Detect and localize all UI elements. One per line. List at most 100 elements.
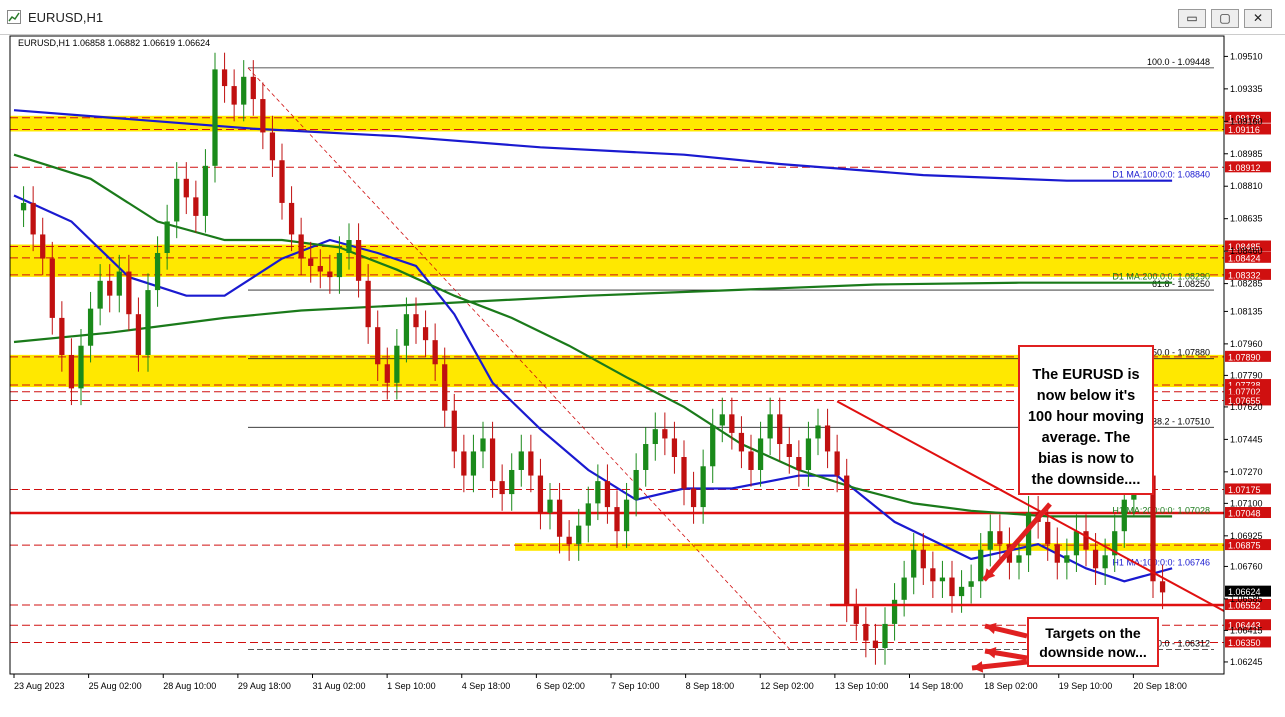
y-tick-label: 1.08985 xyxy=(1230,149,1263,159)
x-tick-label: 12 Sep 02:00 xyxy=(760,681,814,691)
candle-body xyxy=(1055,544,1060,563)
y-tick-label: 1.09510 xyxy=(1230,51,1263,61)
candle-body xyxy=(949,578,954,597)
candle-body xyxy=(844,476,849,606)
candle-body xyxy=(279,160,284,203)
candle-body xyxy=(404,314,409,346)
candle-body xyxy=(203,166,208,216)
candle-body xyxy=(930,568,935,581)
candle-body xyxy=(978,550,983,582)
level-label: 1.07175 xyxy=(1228,485,1261,495)
x-tick-label: 4 Sep 18:00 xyxy=(462,681,511,691)
y-tick-label: 1.07620 xyxy=(1230,402,1263,412)
candle-body xyxy=(423,327,428,340)
x-tick-label: 31 Aug 02:00 xyxy=(313,681,366,691)
moving-average-line xyxy=(14,155,1172,517)
bias-annotation-line: now below it's xyxy=(1020,386,1152,407)
candle-body xyxy=(318,266,323,272)
x-tick-label: 23 Aug 2023 xyxy=(14,681,65,691)
candle-body xyxy=(997,531,1002,544)
candle-body xyxy=(701,466,706,507)
targets-annotation-line: downside now... xyxy=(1029,643,1157,662)
candle-body xyxy=(902,578,907,600)
restore-button[interactable]: ▢ xyxy=(1211,9,1239,28)
candle-body xyxy=(538,476,543,513)
y-tick-label: 1.09335 xyxy=(1230,84,1263,94)
candle-body xyxy=(768,414,773,438)
candle-body xyxy=(413,314,418,327)
candle-body xyxy=(835,451,840,475)
x-tick-label: 13 Sep 10:00 xyxy=(835,681,889,691)
candle-body xyxy=(892,600,897,624)
candle-body xyxy=(748,451,753,470)
y-tick-label: 1.08810 xyxy=(1230,181,1263,191)
candle-body xyxy=(327,272,332,278)
candle-body xyxy=(98,281,103,309)
candle-body xyxy=(1045,522,1050,544)
candle-body xyxy=(337,253,342,277)
candle-body xyxy=(911,550,916,578)
level-label: 1.07048 xyxy=(1228,509,1261,519)
candle-body xyxy=(461,451,466,475)
bias-annotation-line: average. The xyxy=(1020,428,1152,449)
candle-body xyxy=(366,281,371,327)
candle-body xyxy=(988,531,993,550)
candle-body xyxy=(308,259,313,266)
fibonacci-label: 100.0 - 1.09448 xyxy=(1147,57,1210,67)
candle-body xyxy=(490,438,495,481)
window-titlebar: EURUSD,H1 ▭ ▢ ✕ xyxy=(0,0,1285,35)
candle-body xyxy=(854,605,859,624)
candle-body xyxy=(375,327,380,364)
candle-body xyxy=(681,457,686,489)
x-tick-label: 7 Sep 10:00 xyxy=(611,681,660,691)
candle-body xyxy=(1083,531,1088,550)
candle-body xyxy=(433,340,438,364)
candle-body xyxy=(519,451,524,470)
level-label: 1.06875 xyxy=(1228,541,1261,551)
targets-annotation-line: Targets on the xyxy=(1029,624,1157,643)
candle-body xyxy=(88,309,93,346)
candle-body xyxy=(31,203,36,235)
candle-body xyxy=(509,470,514,494)
level-label: 1.07890 xyxy=(1228,352,1261,362)
candle-body xyxy=(212,69,217,165)
candle-body xyxy=(40,234,45,258)
candle-body xyxy=(825,425,830,451)
candle-body xyxy=(576,526,581,545)
candle-body xyxy=(1064,555,1069,562)
bias-annotation-line: the downside.... xyxy=(1020,470,1152,491)
candle-body xyxy=(940,578,945,582)
y-tick-label: 1.06415 xyxy=(1230,625,1263,635)
annotation-arrow xyxy=(984,504,1050,580)
candle-body xyxy=(241,77,246,105)
candle-body xyxy=(270,132,275,160)
x-tick-label: 14 Sep 18:00 xyxy=(910,681,964,691)
candle-body xyxy=(634,470,639,500)
current-price-label: 1.06624 xyxy=(1228,587,1261,597)
minimize-button[interactable]: ▭ xyxy=(1178,9,1206,28)
candle-body xyxy=(184,179,189,198)
candle-body xyxy=(1074,531,1079,555)
candle-body xyxy=(471,451,476,475)
y-tick-label: 1.08135 xyxy=(1230,306,1263,316)
y-tick-label: 1.08285 xyxy=(1230,279,1263,289)
candle-body xyxy=(787,444,792,457)
chart-window-icon xyxy=(7,10,21,24)
candle-body xyxy=(882,624,887,648)
candle-body xyxy=(442,364,447,410)
candle-body xyxy=(921,550,926,569)
level-label: 1.06350 xyxy=(1228,638,1261,648)
candle-body xyxy=(969,581,974,587)
candle-body xyxy=(528,451,533,475)
candle-body xyxy=(394,346,399,383)
candle-body xyxy=(959,587,964,596)
candle-body xyxy=(155,253,160,290)
window-title: EURUSD,H1 xyxy=(28,10,103,25)
candle-body xyxy=(21,203,26,210)
fibonacci-label: 38.2 - 1.07510 xyxy=(1152,416,1210,426)
support-resistance-zone xyxy=(10,245,1224,277)
candle-body xyxy=(193,197,198,216)
candle-body xyxy=(452,411,457,452)
x-tick-label: 6 Sep 02:00 xyxy=(536,681,585,691)
close-button[interactable]: ✕ xyxy=(1244,9,1272,28)
